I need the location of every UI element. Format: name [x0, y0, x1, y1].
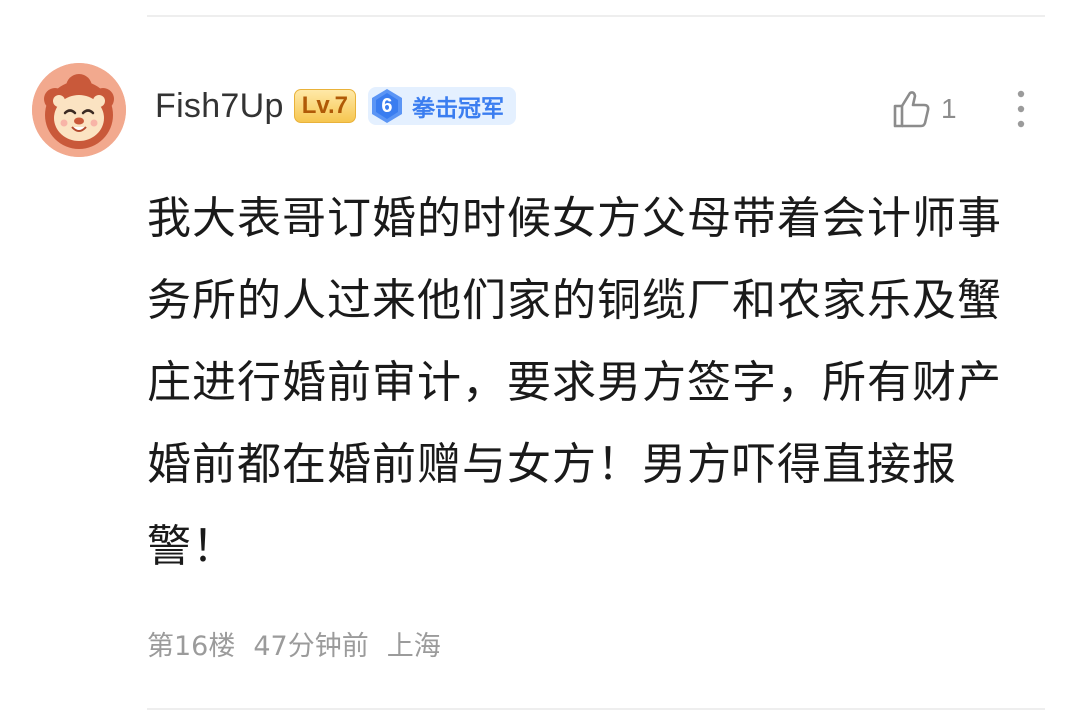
more-vertical-icon	[1017, 90, 1025, 128]
comment-content: 我大表哥订婚的时候女方父母带着会计师事务所的人过来他们家的铜缆厂和农家乐及蟹庄进…	[147, 193, 1002, 572]
more-options-button[interactable]	[1004, 86, 1038, 132]
title-gem-icon: 6	[368, 87, 406, 125]
lion-avatar-icon	[32, 63, 126, 157]
like-count: 1	[941, 93, 957, 124]
floor-number: 第16楼	[147, 631, 236, 662]
thumbs-up-icon	[893, 91, 930, 128]
comment-meta: 第16楼 47分钟前 上海	[147, 624, 441, 663]
title-badge-text: 拳击冠军	[411, 96, 504, 122]
top-divider	[147, 15, 1045, 17]
timestamp: 47分钟前	[253, 631, 369, 662]
avatar[interactable]	[32, 63, 126, 157]
username[interactable]: Fish7Up	[155, 87, 284, 126]
level-badge: Lv.7	[293, 89, 356, 123]
like-button[interactable]: 1	[889, 86, 957, 132]
bottom-divider	[147, 708, 1045, 710]
comment-header: Fish7Up Lv.7 6 拳击冠军	[155, 84, 516, 128]
location: 上海	[386, 631, 441, 662]
title-badge-number: 6	[381, 94, 393, 117]
title-badge[interactable]: 6 拳击冠军	[367, 87, 516, 125]
